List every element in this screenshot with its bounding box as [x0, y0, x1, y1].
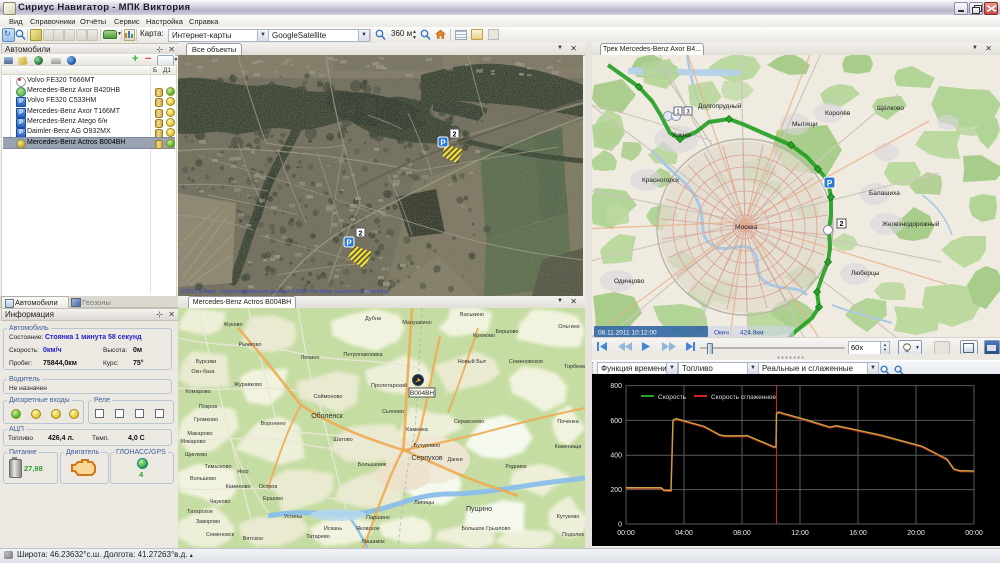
svg-text:Каменищи: Каменищи — [555, 444, 582, 450]
svg-text:Пролетарский: Пролетарский — [371, 382, 407, 389]
svg-text:2: 2 — [840, 221, 844, 228]
svg-text:Одинцово: Одинцово — [614, 278, 645, 285]
svg-text:424.8км: 424.8км — [740, 330, 764, 337]
svg-text:Татарское: Татарское — [187, 509, 213, 515]
svg-text:Королёв: Королёв — [825, 110, 851, 117]
svg-text:Подолек: Подолек — [562, 532, 584, 538]
svg-text:Большое Грызлово: Большое Грызлово — [461, 526, 510, 532]
svg-text:Журавково: Журавково — [234, 382, 262, 388]
svg-text:0: 0 — [618, 522, 622, 529]
svg-text:Люберцы: Люберцы — [851, 269, 880, 277]
svg-text:Окн-база: Окн-база — [191, 369, 215, 375]
svg-text:Щиглево: Щиглево — [185, 452, 207, 458]
svg-text:Шатово: Шатово — [333, 437, 352, 443]
svg-text:Покров: Покров — [199, 404, 218, 410]
svg-text:Комарово: Комарово — [185, 389, 210, 395]
svg-text:Москва: Москва — [735, 224, 758, 231]
svg-text:08.11.2011 10:12:00: 08.11.2011 10:12:00 — [598, 330, 657, 337]
svg-text:400: 400 — [610, 453, 622, 460]
svg-text:P: P — [346, 239, 352, 248]
svg-text:Лопино: Лопино — [301, 355, 320, 361]
svg-text:800: 800 — [610, 383, 622, 390]
svg-text:2: 2 — [359, 231, 363, 238]
svg-text:2: 2 — [453, 132, 457, 139]
svg-text:Ершово: Ершово — [263, 496, 283, 502]
svg-text:Оболенск: Оболенск — [311, 412, 344, 420]
svg-text:Остров: Остров — [259, 484, 278, 490]
svg-text:Данки: Данки — [447, 457, 462, 463]
svg-text:Громково: Громково — [194, 417, 218, 423]
svg-text:00:00: 00:00 — [617, 530, 635, 537]
svg-text:Торбеево: Торбеево — [564, 364, 585, 370]
svg-text:Красногорск: Красногорск — [642, 177, 679, 184]
svg-text:00:00: 00:00 — [965, 530, 983, 537]
svg-text:Липицы: Липицы — [414, 500, 434, 506]
svg-text:Мытищи: Мытищи — [792, 121, 818, 128]
svg-text:Рыжково: Рыжково — [239, 342, 262, 348]
svg-text:Татарево: Татарево — [306, 534, 330, 540]
svg-text:Поченка: Поченка — [557, 419, 579, 425]
svg-text:Семеновское: Семеновское — [509, 359, 543, 365]
svg-text:Химки: Химки — [672, 132, 691, 139]
svg-text:Бутурлино: Бутурлино — [414, 443, 441, 449]
svg-text:Кутуково: Кутуково — [557, 514, 580, 520]
svg-text:Яковское: Яковское — [356, 526, 380, 532]
svg-text:Пущино: Пущино — [466, 506, 492, 513]
svg-text:12:00: 12:00 — [791, 530, 809, 537]
svg-text:Нюр: Нюр — [237, 469, 248, 475]
svg-text:Вольшово: Вольшово — [190, 476, 216, 482]
svg-text:Серпухов: Серпухов — [411, 455, 442, 462]
svg-text:Родники: Родники — [505, 464, 526, 470]
svg-text:Ольгино: Ольгино — [558, 324, 579, 330]
svg-text:Тимьсково: Тимьсково — [204, 464, 231, 470]
svg-text:Заворово: Заворово — [196, 519, 220, 525]
svg-text:Мякарово: Мякарово — [180, 439, 205, 445]
svg-text:Устины: Устины — [284, 514, 303, 520]
svg-text:Окнч: Окнч — [714, 330, 729, 337]
svg-text:Щёлково: Щёлково — [877, 105, 904, 112]
svg-text:Крюково: Крюково — [473, 333, 495, 339]
svg-text:Бурсики: Бурсики — [196, 359, 217, 365]
svg-text:P: P — [440, 139, 446, 148]
svg-text:Семеновск: Семеновск — [206, 532, 235, 538]
svg-text:Воронено: Воронено — [260, 421, 285, 427]
svg-text:20:00: 20:00 — [907, 530, 925, 537]
svg-text:Манушкино: Манушкино — [402, 320, 431, 326]
svg-text:Новый Быт: Новый Быт — [458, 358, 487, 365]
svg-text:Большевик: Большевик — [358, 462, 387, 468]
svg-text:Паршино: Паршино — [366, 515, 390, 521]
svg-text:08:00: 08:00 — [733, 530, 751, 537]
svg-text:Лишамок: Лишамок — [361, 539, 385, 545]
svg-text:Балашиха: Балашиха — [869, 190, 900, 197]
svg-text:Чауково: Чауково — [210, 499, 231, 505]
svg-text:В004ВН: В004ВН — [410, 390, 435, 397]
svg-text:Петропавловка: Петропавловка — [343, 352, 383, 358]
svg-text:Жуково: Жуково — [223, 322, 242, 328]
svg-text:200: 200 — [610, 487, 622, 494]
svg-text:Долгопрудный: Долгопрудный — [698, 102, 742, 110]
svg-text:Сераксеево: Сераксеево — [454, 419, 484, 425]
svg-text:600: 600 — [610, 418, 622, 425]
svg-text:Каменово: Каменово — [225, 484, 250, 490]
svg-text:P: P — [827, 179, 833, 188]
svg-text:16:00: 16:00 — [849, 530, 867, 537]
svg-text:Дубна: Дубна — [365, 316, 382, 322]
svg-text:Бершово: Бершово — [495, 329, 518, 335]
svg-text:Железнодорожный: Железнодорожный — [882, 220, 940, 228]
svg-text:Каменка: Каменка — [406, 427, 429, 433]
svg-text:04:00: 04:00 — [675, 530, 693, 537]
svg-text:Васькино: Васькино — [460, 312, 484, 318]
svg-text:Скорость сглаженное: Скорость сглаженное — [711, 394, 777, 401]
svg-text:Соймоново: Соймоново — [314, 393, 343, 400]
svg-text:Скорость: Скорость — [658, 394, 687, 401]
svg-text:©2011 Google - Картографически: ©2011 Google - Картографические данные ©… — [181, 288, 388, 295]
svg-text:Искань: Искань — [324, 526, 342, 532]
svg-text:Вятское: Вятское — [243, 536, 263, 542]
svg-text:Макарово: Макарово — [187, 431, 212, 437]
svg-text:Сьяново: Сьяново — [382, 409, 404, 415]
